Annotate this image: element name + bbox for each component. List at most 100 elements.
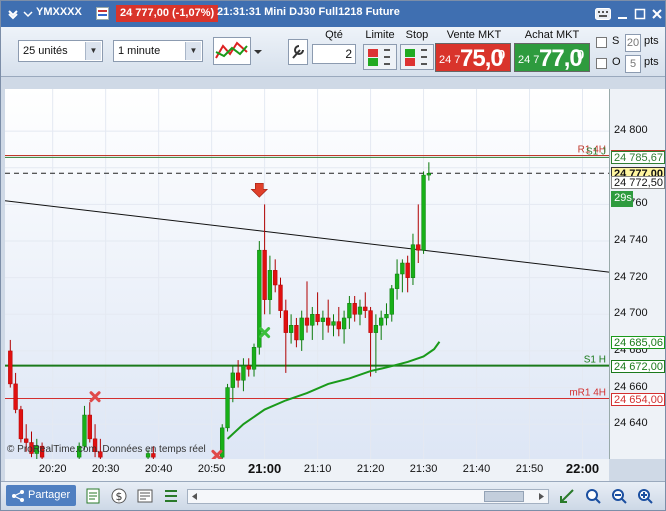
candle-body [273,270,278,286]
buy-market-button[interactable]: 24 7 77,0 0 [514,43,590,72]
stop-label: Stop [405,29,429,41]
limit-label: Limite [365,29,395,41]
take-profit-points-input[interactable]: 5 [625,55,641,73]
indicators-button[interactable] [213,37,251,65]
news-icon[interactable] [137,488,153,504]
sell-price-prefix: 24 7 [439,54,461,66]
candle-body [331,321,336,326]
candle-body [379,317,384,326]
scrollbar-thumb[interactable] [484,491,524,502]
buy-price-main: 77,0 [539,45,583,72]
price-axis-tick: 24 800 [614,124,648,137]
candle-body [283,310,288,333]
take-profit-label: O [612,56,621,68]
candle-body [251,347,257,370]
time-axis[interactable]: 20:20 20:30 20:40 20:50 21:00 21:10 21:20 21:30… [5,459,609,481]
chevron-down-icon[interactable] [7,8,19,20]
chevron-down-icon: ▼ [185,42,201,60]
sell-price-decimal: 0 [498,47,506,62]
buy-price-prefix: 24 7 [518,54,540,66]
title-bar: YMXXXX 24 777,00 (-1,07%) 21:31:31 Mini … [1,1,665,27]
candle-body [389,288,394,315]
time-axis-tick: 21:10 [303,463,332,475]
horizontal-scrollbar[interactable] [187,489,549,504]
maximize-icon [634,8,646,20]
clock-time: 21:31:31 Mini DJ30 Full1218 Future [217,6,400,18]
close-button[interactable] [649,6,665,22]
candle-body [246,365,251,370]
dollar-icon[interactable]: $ [111,488,127,504]
fit-chart-icon[interactable] [559,488,575,504]
candle-body [315,314,320,322]
chart-watermark: © ProRealTime.com, Données en temps réel [7,444,206,455]
time-axis-tick: 21:30 [409,463,438,475]
zoom-in-icon[interactable] [637,488,653,504]
price-tag: 24 772,50 [611,175,665,189]
candle-body [310,314,315,326]
buy-price-decimal: 0 [577,47,585,62]
limit-order-icon [368,49,390,66]
level-label: mR1 4H [569,388,606,399]
order-book-icon[interactable] [85,488,101,504]
price-axis[interactable]: 24 80024 76024 74024 72024 70024 68024 6… [609,89,665,459]
qty-input[interactable]: 2 [312,44,356,64]
symbol-name[interactable]: YMXXXX [36,6,82,18]
candle-body [405,262,410,278]
interval-select[interactable]: 1 minute ▼ [113,40,203,62]
limit-order-button[interactable] [363,44,397,70]
candle-body [82,414,87,447]
units-select-value: 25 unités [23,45,68,57]
stop-order-button[interactable] [400,44,434,70]
units-select[interactable]: 25 unités ▼ [18,40,103,62]
tools-button[interactable] [288,39,308,65]
buy-market-label: Achat MKT [524,29,580,41]
level-label: S1 J [586,146,606,157]
candle-body [257,249,262,348]
level-price-tag: 24 654,00 [611,392,665,406]
candle-body [400,262,405,275]
sell-market-button[interactable]: 24 7 75,0 0 [435,43,511,72]
price-chart[interactable]: R1 4H S1 J S1 HmR1 4H © ProRealTime.com, D… [5,89,609,459]
candle-body [299,317,304,341]
price-axis-tick: 24 720 [614,270,648,283]
stop-loss-checkbox[interactable] [596,37,607,48]
candle-body [336,321,341,330]
price-axis-tick: 24 700 [614,307,648,320]
time-axis-tick: 21:00 [247,461,282,476]
qty-label: Qté [325,29,343,41]
time-axis-tick: 21:20 [356,463,385,475]
scroll-left-icon[interactable] [190,492,199,501]
candle-body [426,173,432,176]
zoom-fit-icon[interactable] [585,488,601,504]
chart-canvas[interactable]: R1 4HS1 JS1 HmR1 4H [5,89,609,459]
scroll-right-icon[interactable] [537,492,546,501]
dropdown-arrow-icon[interactable] [253,47,263,57]
candle-body [8,350,13,385]
candle-body [326,317,331,326]
bottom-toolbar: Partager $ [1,481,665,510]
candle-body [394,273,400,289]
zoom-out-icon[interactable] [611,488,627,504]
sell-market-label: Vente MKT [446,29,502,41]
candle-body [320,317,326,322]
indicators-icon [215,41,248,59]
trading-window: YMXXXX 24 777,00 (-1,07%) 21:31:31 Mini … [0,0,666,511]
maximize-button[interactable] [632,6,648,22]
price-axis-tick: 24 640 [614,417,648,430]
keyboard-icon[interactable] [595,7,611,21]
take-profit-checkbox[interactable] [596,58,607,69]
close-icon [652,9,662,19]
minimize-icon [618,17,627,19]
list-icon[interactable] [163,488,179,504]
interval-select-value: 1 minute [118,45,161,57]
stop-loss-points-input[interactable]: 20 [625,34,641,52]
candle-body [421,174,426,251]
share-button[interactable]: Partager [6,485,76,506]
candle-body [384,314,389,319]
candle-body [363,306,368,311]
time-axis-tick: 20:50 [197,463,226,475]
minimize-button[interactable] [615,6,631,22]
instrument-flag-icon [96,7,109,20]
dropdown-arrow-icon[interactable] [23,9,33,19]
candle-body [225,387,230,429]
